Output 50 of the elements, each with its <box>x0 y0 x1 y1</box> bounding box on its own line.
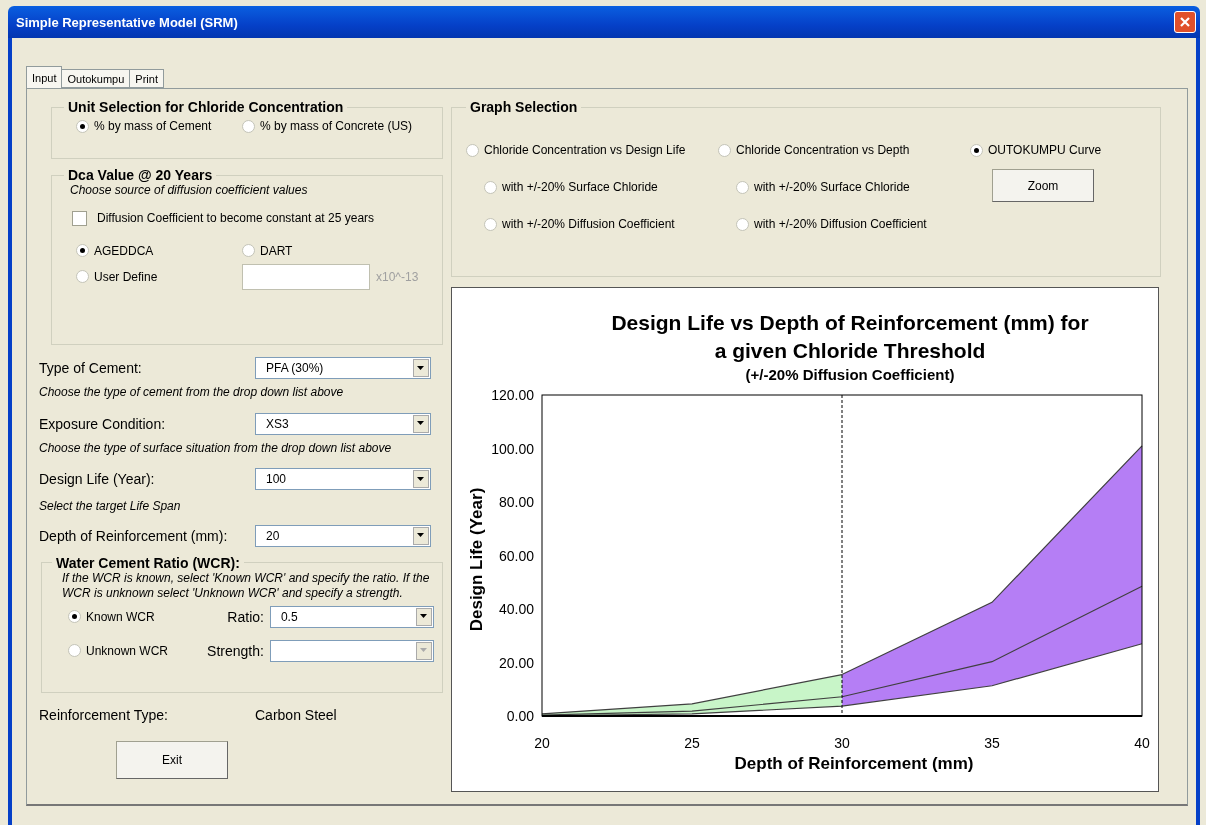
y-tick-label: 120.00 <box>491 387 534 403</box>
y-tick-label: 80.00 <box>498 494 534 510</box>
checkbox-label: Diffusion Coefficient to become constant at 25 years <box>97 211 375 226</box>
hint-text: If the WCR is known, select 'Known WCR' and specify the ratio. If the WCR is unknown select 'Unknown WCR' and specify a strength. <box>61 570 431 602</box>
field-label: Ratio: <box>226 608 265 625</box>
x-tick-label: 20 <box>534 735 550 751</box>
y-tick-label: 40.00 <box>498 601 534 617</box>
radio-label: with +/-20% Surface Chloride <box>502 180 658 194</box>
hint-text: Select the target Life Span <box>39 499 182 515</box>
group-title: Dca Value @ 20 Years <box>67 167 214 183</box>
group-title: Water Cement Ratio (WCR): <box>55 554 241 571</box>
radio-label: with +/-20% Diffusion Coefficient <box>754 217 927 231</box>
field-label: Type of Cement: <box>39 360 143 376</box>
y-tick-label: 60.00 <box>498 547 534 564</box>
x-tick-label: 35 <box>984 735 1000 751</box>
field-label: Design Life (Year): <box>39 471 156 488</box>
y-tick-label: 100.00 <box>491 440 534 457</box>
group-title: Graph Selection <box>469 99 579 115</box>
field-label: Depth of Reinforcement (mm): <box>39 527 229 544</box>
radio-label: Chloride Concentration vs Depth <box>736 143 910 157</box>
chart-subtitle: (+/-20% Diffusion Coefficient) <box>745 366 955 383</box>
hint-text: Choose source of diffusion coefficient values <box>69 183 309 199</box>
radio-label: DART <box>260 243 293 258</box>
radio-label: % by mass of Cement <box>94 119 212 133</box>
y-tick-label: 0.00 <box>506 708 534 724</box>
hint-text: Choose the type of surface situation from the drop down list above <box>39 440 393 457</box>
radio-label: Chloride Concentration vs Design Life <box>484 143 686 157</box>
field-label: Reinforcement Type: <box>39 706 169 723</box>
radio-label: with +/-20% Surface Chloride <box>754 180 910 194</box>
window-title: Simple Representative Model (SRM) <box>16 14 238 30</box>
x-tick-label: 25 <box>684 735 700 751</box>
radio-label: OUTOKUMPU Curve <box>988 143 1102 157</box>
x-tick-label: 30 <box>834 735 850 751</box>
y-tick-label: 20.00 <box>498 654 534 671</box>
radio-label: % by mass of Concrete (US) <box>260 119 413 133</box>
radio-label: User Define <box>94 269 158 284</box>
y-axis-title: Design Life (Year) <box>467 487 486 632</box>
reinforcement-value: Carbon Steel <box>255 706 337 723</box>
radio-label: Unknown WCR <box>86 643 169 658</box>
chart-title: Design Life vs Depth of Reinforcement (mm) for a given Chloride Threshold <box>611 311 1089 362</box>
group-title: Unit Selection for Chloride Concentration <box>67 99 345 115</box>
unit-label: x10^-13 <box>376 269 419 284</box>
x-axis-title: Depth of Reinforcement (mm) <box>734 754 974 773</box>
radio-label: AGEDDCA <box>94 243 154 258</box>
radio-label: Known WCR <box>86 609 155 624</box>
hint-text: Choose the type of cement from the drop down list above <box>39 385 345 401</box>
field-label: Strength: <box>206 642 265 659</box>
field-label: Exposure Condition: <box>39 415 167 432</box>
x-tick-label: 40 <box>1134 735 1150 751</box>
radio-label: with +/-20% Diffusion Coefficient <box>502 217 675 231</box>
